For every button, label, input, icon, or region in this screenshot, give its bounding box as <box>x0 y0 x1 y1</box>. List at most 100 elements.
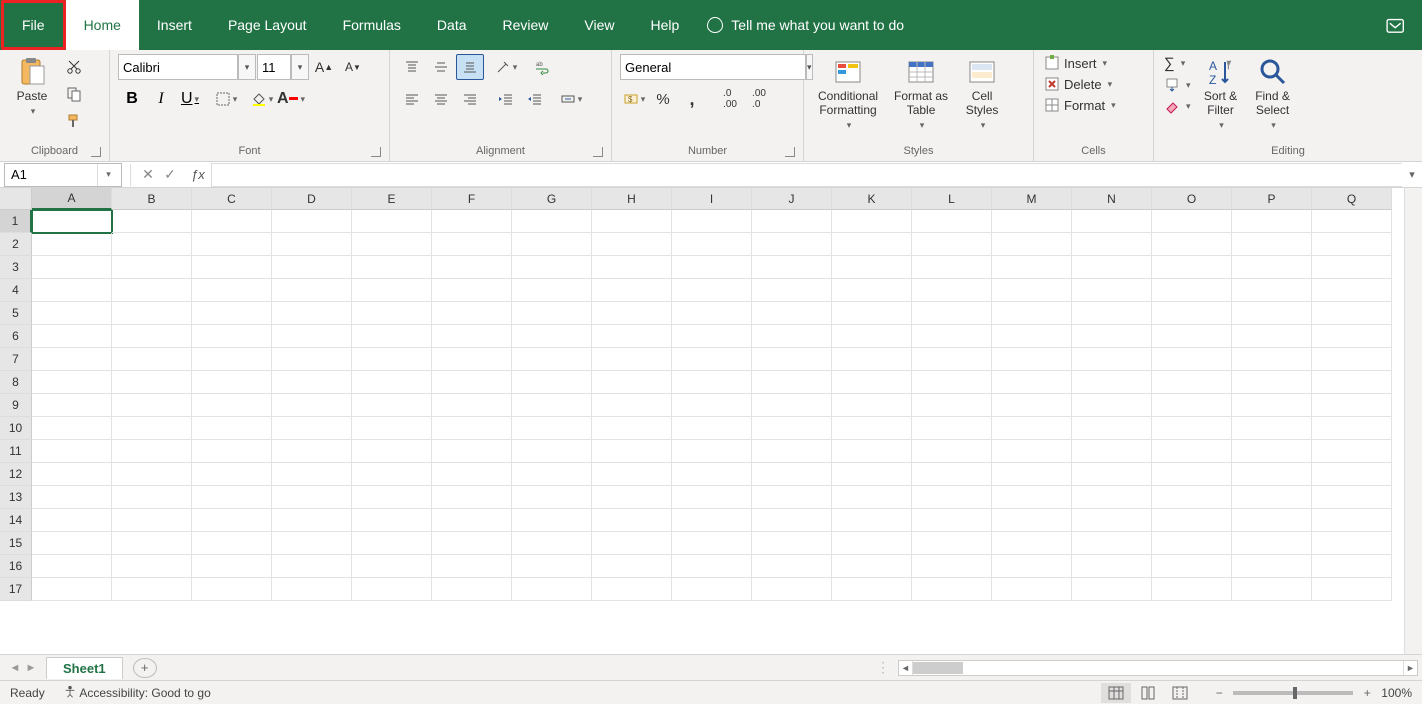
cell[interactable] <box>1312 325 1392 348</box>
cell[interactable] <box>832 509 912 532</box>
tab-page-layout[interactable]: Page Layout <box>210 0 325 50</box>
cell[interactable] <box>112 578 192 601</box>
cell[interactable] <box>752 417 832 440</box>
cell[interactable] <box>912 440 992 463</box>
paste-button[interactable]: Paste ▾ <box>8 54 56 119</box>
row-header[interactable]: 4 <box>0 279 32 302</box>
cell[interactable] <box>272 509 352 532</box>
column-header[interactable]: O <box>1152 188 1232 210</box>
cell[interactable] <box>992 256 1072 279</box>
row-header[interactable]: 17 <box>0 578 32 601</box>
cell[interactable] <box>352 578 432 601</box>
expand-formula-bar-button[interactable]: ▾ <box>1402 168 1422 181</box>
cell[interactable] <box>1152 233 1232 256</box>
cell[interactable] <box>592 417 672 440</box>
column-header[interactable]: I <box>672 188 752 210</box>
cell[interactable] <box>1232 325 1312 348</box>
cell[interactable] <box>192 578 272 601</box>
cell[interactable] <box>1232 555 1312 578</box>
cell[interactable] <box>992 509 1072 532</box>
cell[interactable] <box>272 233 352 256</box>
select-all-corner[interactable] <box>0 188 32 210</box>
alignment-dialog-launcher[interactable] <box>593 147 603 157</box>
cell[interactable] <box>592 509 672 532</box>
sort-filter-button[interactable]: AZ Sort & Filter▾ <box>1197 54 1245 133</box>
cell[interactable] <box>1072 417 1152 440</box>
cell[interactable] <box>112 210 192 233</box>
cell[interactable] <box>592 463 672 486</box>
cell[interactable] <box>912 279 992 302</box>
row-header[interactable]: 9 <box>0 394 32 417</box>
cell[interactable] <box>432 555 512 578</box>
cell[interactable] <box>752 371 832 394</box>
row-header[interactable]: 11 <box>0 440 32 463</box>
cell[interactable] <box>272 417 352 440</box>
row-header[interactable]: 2 <box>0 233 32 256</box>
cell[interactable] <box>512 371 592 394</box>
cell[interactable] <box>672 210 752 233</box>
wrap-text-button[interactable]: ab <box>528 54 556 80</box>
row-header[interactable]: 5 <box>0 302 32 325</box>
cell[interactable] <box>672 233 752 256</box>
cell[interactable] <box>672 325 752 348</box>
cell[interactable] <box>1312 302 1392 325</box>
conditional-formatting-button[interactable]: Conditional Formatting▾ <box>812 54 884 133</box>
cell[interactable] <box>1152 302 1232 325</box>
cell[interactable] <box>592 394 672 417</box>
cell[interactable] <box>192 325 272 348</box>
row-header[interactable]: 3 <box>0 256 32 279</box>
cell[interactable] <box>1152 394 1232 417</box>
cell[interactable] <box>1232 256 1312 279</box>
cell[interactable] <box>352 417 432 440</box>
cell[interactable] <box>1232 486 1312 509</box>
cell[interactable] <box>992 532 1072 555</box>
tab-file[interactable]: File <box>1 0 66 50</box>
decrease-decimal-button[interactable]: .00.0 <box>745 86 773 112</box>
delete-cells-button[interactable]: Delete▾ <box>1042 75 1114 93</box>
cell[interactable] <box>192 233 272 256</box>
underline-button[interactable]: U▾ <box>176 86 204 112</box>
cell[interactable] <box>432 463 512 486</box>
cell[interactable] <box>432 417 512 440</box>
cell[interactable] <box>1312 463 1392 486</box>
cell[interactable] <box>832 348 912 371</box>
cell[interactable] <box>1152 578 1232 601</box>
cell[interactable] <box>992 440 1072 463</box>
cell[interactable] <box>1072 394 1152 417</box>
scroll-left-button[interactable]: ◄ <box>899 661 913 675</box>
cell[interactable] <box>32 210 112 233</box>
cell[interactable] <box>32 371 112 394</box>
row-header[interactable]: 7 <box>0 348 32 371</box>
cell[interactable] <box>992 279 1072 302</box>
cell[interactable] <box>192 302 272 325</box>
vertical-scrollbar[interactable] <box>1404 188 1422 654</box>
clipboard-dialog-launcher[interactable] <box>91 147 101 157</box>
cell[interactable] <box>1072 532 1152 555</box>
normal-view-button[interactable] <box>1101 683 1131 703</box>
cell[interactable] <box>512 233 592 256</box>
accounting-format-button[interactable]: $▾ <box>620 86 648 112</box>
cell[interactable] <box>912 486 992 509</box>
cell[interactable] <box>1232 532 1312 555</box>
cell[interactable] <box>832 233 912 256</box>
cell[interactable] <box>992 463 1072 486</box>
cell[interactable] <box>1152 509 1232 532</box>
cell[interactable] <box>112 256 192 279</box>
cell[interactable] <box>1072 486 1152 509</box>
cell[interactable] <box>752 486 832 509</box>
cell[interactable] <box>832 325 912 348</box>
increase-font-size-button[interactable]: A▲ <box>310 54 338 80</box>
cell[interactable] <box>1152 440 1232 463</box>
chevron-down-icon[interactable]: ▾ <box>291 54 309 80</box>
format-painter-button[interactable] <box>60 108 88 134</box>
cell[interactable] <box>352 555 432 578</box>
cell[interactable] <box>1152 279 1232 302</box>
cell[interactable] <box>512 302 592 325</box>
cell[interactable] <box>192 555 272 578</box>
cell[interactable] <box>672 463 752 486</box>
cell[interactable] <box>512 394 592 417</box>
fill-color-button[interactable]: ▾ <box>248 86 276 112</box>
cut-button[interactable] <box>60 54 88 80</box>
cell[interactable] <box>112 417 192 440</box>
align-top-button[interactable] <box>398 54 426 80</box>
